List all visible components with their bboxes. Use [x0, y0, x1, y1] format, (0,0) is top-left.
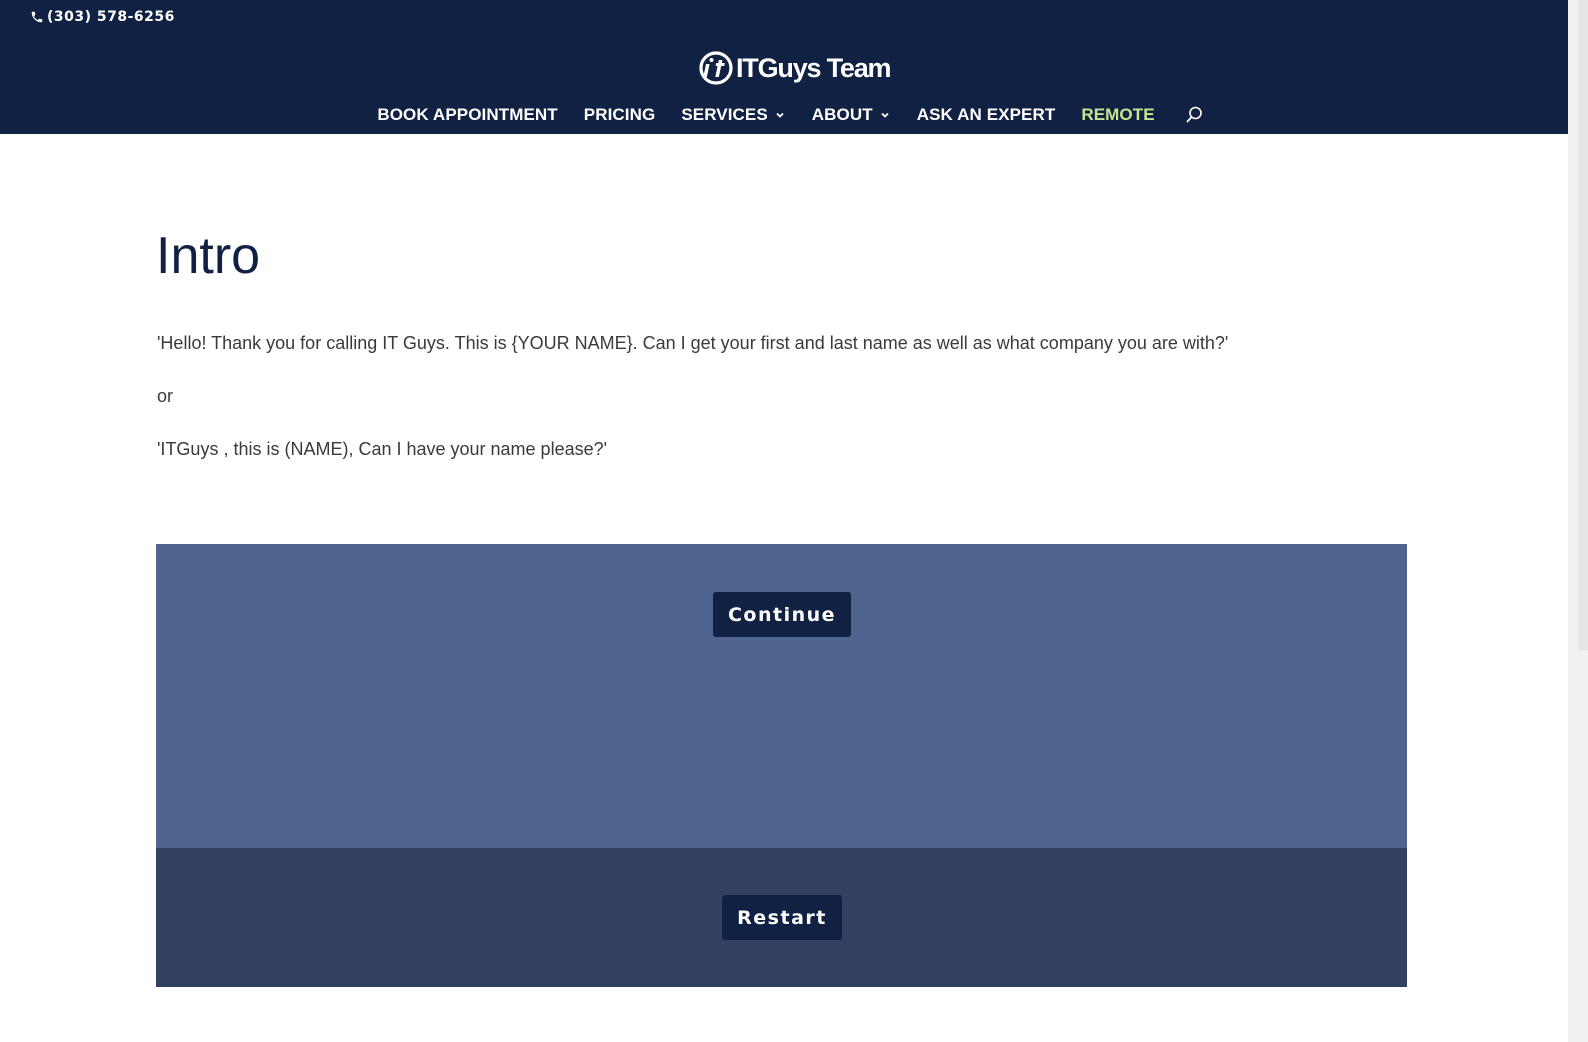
- restart-button[interactable]: Restart: [722, 895, 842, 940]
- site-header: (303) 578-6256 ITGuys Team BOOK APPOINTM…: [0, 0, 1568, 134]
- nav-item-label: ABOUT: [811, 105, 873, 124]
- nav-item-label: SERVICES: [681, 105, 768, 124]
- phone-icon: [30, 10, 44, 24]
- logo-text: ITGuys Team: [736, 53, 892, 83]
- chevron-down-icon: [879, 109, 891, 121]
- script-line-2: 'ITGuys , this is (NAME), Can I have you…: [157, 439, 608, 459]
- nav-services[interactable]: SERVICES: [681, 102, 785, 128]
- script-line-1: 'Hello! Thank you for calling IT Guys. T…: [157, 333, 1229, 353]
- search-icon[interactable]: [1184, 105, 1204, 125]
- logo-icon: [698, 50, 734, 86]
- nav-remote[interactable]: REMOTE: [1081, 102, 1154, 128]
- nav-item-label: REMOTE: [1081, 105, 1155, 124]
- continue-button[interactable]: Continue: [713, 592, 851, 637]
- scrollbar-thumb[interactable]: [1578, 0, 1588, 650]
- chevron-down-icon: [774, 109, 786, 121]
- nav-ask-an-expert[interactable]: ASK AN EXPERT: [917, 102, 1056, 128]
- nav-book-appointment[interactable]: BOOK APPOINTMENT: [377, 102, 557, 128]
- nav-item-label: BOOK APPOINTMENT: [377, 105, 558, 124]
- site-logo[interactable]: ITGuys Team: [698, 48, 892, 88]
- script-separator: or: [157, 386, 174, 406]
- continue-panel: [156, 544, 1407, 848]
- nav-item-label: PRICING: [583, 105, 656, 124]
- page-title: Intro: [156, 227, 261, 285]
- phone-link[interactable]: (303) 578-6256: [30, 8, 175, 26]
- main-nav: BOOK APPOINTMENT PRICING SERVICES ABOUT …: [0, 102, 1568, 128]
- nav-about[interactable]: ABOUT: [812, 102, 891, 128]
- nav-pricing[interactable]: PRICING: [584, 102, 656, 128]
- phone-number: (303) 578-6256: [47, 9, 175, 25]
- nav-item-label: ASK AN EXPERT: [916, 105, 1056, 124]
